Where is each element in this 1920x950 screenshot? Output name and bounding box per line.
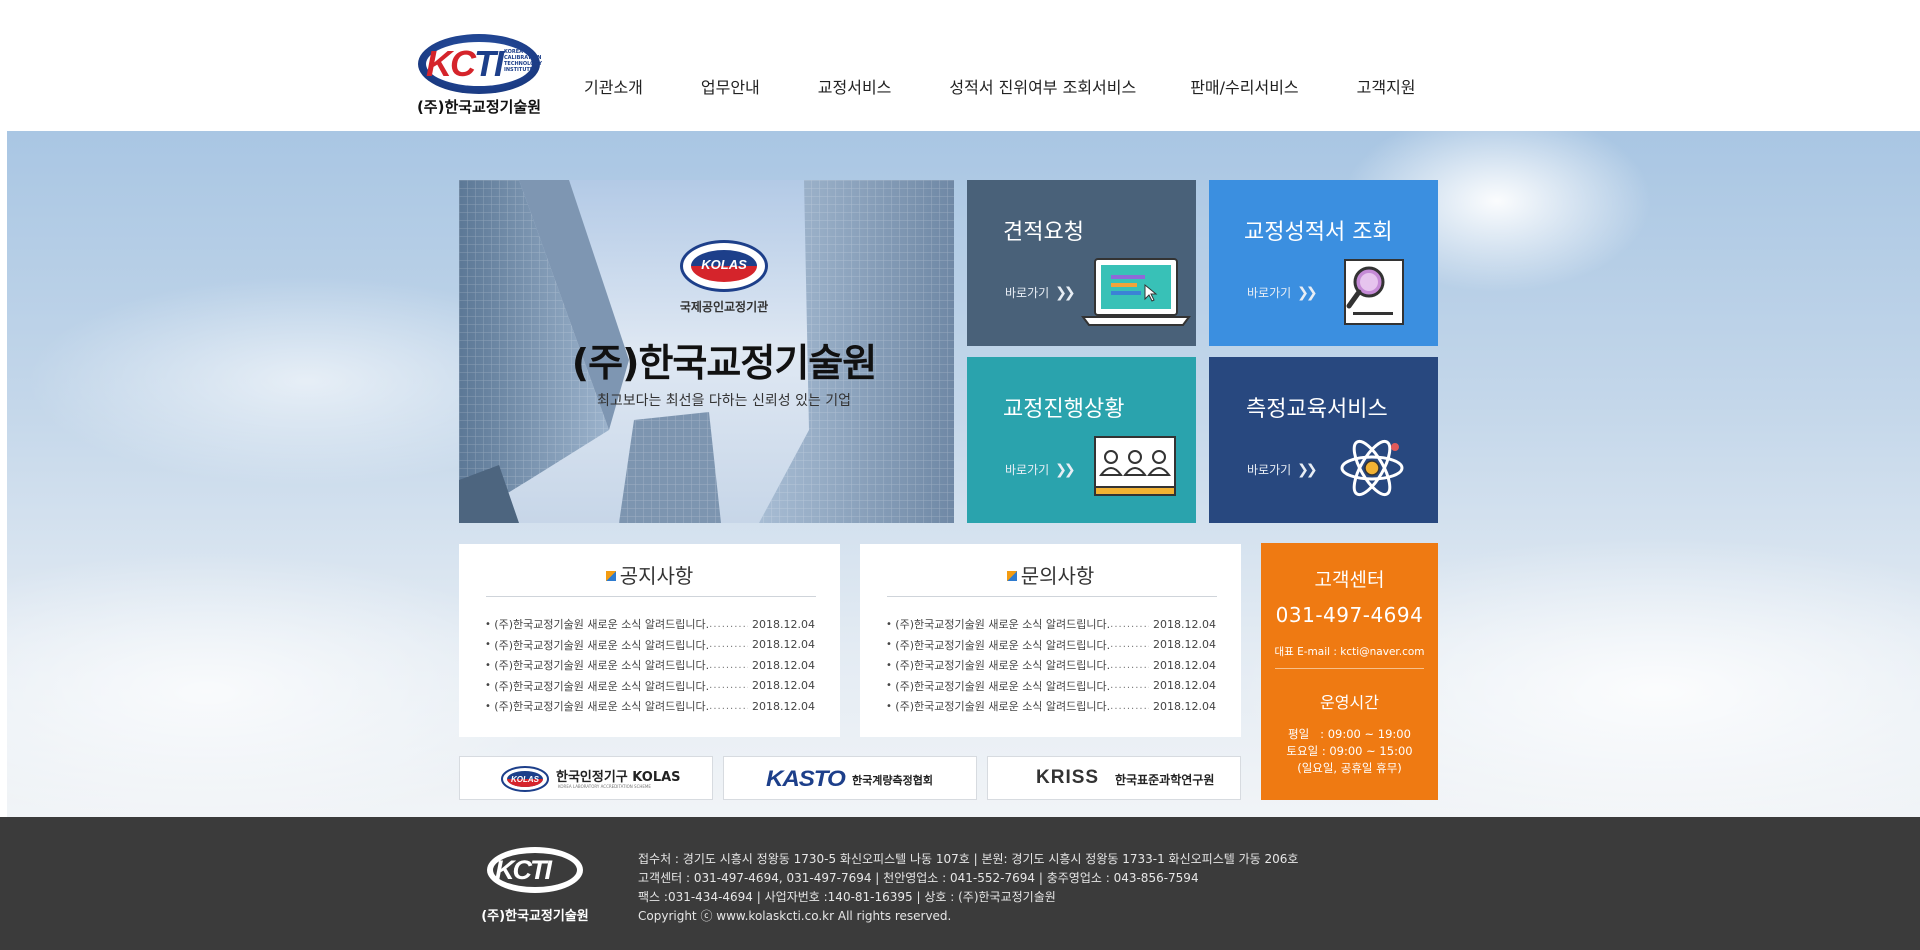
site-header: KCTI KOREA CALIBRATION TECHNOLOGY INSTIT…	[0, 0, 1920, 131]
list-item[interactable]: • (주)한국교정기술원 새로운 소식 알려드립니다........... 2018…	[485, 676, 815, 697]
tile-title: 교정진행상황	[1003, 397, 1125, 422]
banner-title: (주)한국교정기술원	[571, 341, 877, 385]
nav-item-sales-repair[interactable]: 판매/수리서비스	[1190, 74, 1298, 98]
list-item[interactable]: • (주)한국교정기술원 새로운 소식 알려드립니다........... 2018…	[886, 655, 1216, 676]
square-bullet-icon	[605, 571, 616, 581]
divider	[486, 596, 816, 597]
inquiry-board: 문의사항 • (주)한국교정기술원 새로운 소식 알려드립니다..........…	[860, 544, 1241, 737]
tile-title: 교정성적서 조회	[1244, 220, 1393, 245]
customer-center-panel: 고객센터 031-497-4694 대표 E-mail : kcti@naver…	[1261, 543, 1438, 800]
partner-kriss[interactable]: KRISS 한국표준과학연구원	[987, 756, 1241, 800]
double-chevron-icon: ❯❯	[1055, 285, 1076, 301]
site-footer: KCTI (주)한국교정기술원 접수처 : 경기도 시흥시 정왕동 1730-5…	[0, 817, 1920, 950]
kcti-logo-mark: KCTI KOREA CALIBRATION TECHNOLOGY INSTIT…	[418, 34, 542, 94]
shortcut-link[interactable]: 바로가기 ❯❯	[1247, 284, 1318, 301]
footer-info: 접수처 : 경기도 시흥시 정왕동 1730-5 화신오피스텔 나동 107호 …	[638, 850, 1298, 926]
footer-contact: 고객센터 : 031-497-4694, 031-497-7694 | 천안영업…	[638, 871, 1199, 885]
list-item[interactable]: • (주)한국교정기술원 새로운 소식 알려드립니다........... 2018…	[886, 635, 1216, 656]
tile-title: 견적요청	[1003, 220, 1084, 245]
tile-measurement-education[interactable]: 측정교육서비스 바로가기 ❯❯	[1209, 357, 1438, 523]
kolas-emblem: KOLAS	[680, 240, 768, 292]
list-item[interactable]: • (주)한국교정기술원 새로운 소식 알려드립니다........... 2018…	[886, 676, 1216, 697]
list-item[interactable]: • (주)한국교정기술원 새로운 소식 알려드립니다........... 2018…	[485, 696, 815, 717]
customer-center-phone: 031-497-4694	[1275, 603, 1424, 627]
nav-item-calibration[interactable]: 교정서비스	[818, 74, 892, 98]
logo-subtitle: KOREA CALIBRATION TECHNOLOGY INSTITUTE	[504, 49, 542, 73]
nav-item-about[interactable]: 기관소개	[584, 74, 643, 98]
logo-text: (주)한국교정기술원	[416, 98, 542, 116]
partner-name: 한국인정기구 KOLAS	[556, 770, 681, 785]
nav-item-certificate-check[interactable]: 성적서 진위여부 조회서비스	[949, 74, 1136, 98]
shortcut-link[interactable]: 바로가기 ❯❯	[1005, 284, 1076, 301]
notice-list: • (주)한국교정기술원 새로운 소식 알려드립니다........... 2018…	[485, 614, 815, 717]
shortcut-link[interactable]: 바로가기 ❯❯	[1247, 461, 1318, 478]
list-item[interactable]: • (주)한국교정기술원 새로운 소식 알려드립니다........... 2018…	[886, 696, 1216, 717]
square-bullet-icon	[1006, 571, 1017, 581]
classroom-icon	[1094, 436, 1176, 496]
list-item[interactable]: • (주)한국교정기술원 새로운 소식 알려드립니다........... 2018…	[886, 614, 1216, 635]
customer-center-email: 대표 E-mail : kcti@naver.com	[1274, 646, 1425, 658]
kasto-logo-icon: KASTO	[766, 766, 846, 791]
tile-certificate-lookup[interactable]: 교정성적서 조회 바로가기 ❯❯	[1209, 180, 1438, 346]
double-chevron-icon: ❯❯	[1297, 462, 1318, 478]
inquiry-list: • (주)한국교정기술원 새로운 소식 알려드립니다........... 2018…	[886, 614, 1216, 717]
kriss-logo-icon: KRISS	[1036, 767, 1100, 788]
tile-calibration-progress[interactable]: 교정진행상황 바로가기 ❯❯	[967, 357, 1196, 523]
search-document-icon	[1344, 259, 1404, 325]
hours-holiday: (일요일, 공휴일 휴무)	[1297, 761, 1402, 775]
partner-kolas[interactable]: KOLAS 한국인정기구 KOLAS KOREA LABORATORY ACCR…	[459, 756, 713, 800]
partner-name: 한국표준과학연구원	[1115, 773, 1215, 787]
hours-title: 운영시간	[1320, 693, 1379, 712]
shortcut-link[interactable]: 바로가기 ❯❯	[1005, 461, 1076, 478]
footer-logo-mark: KCTI	[487, 847, 583, 893]
site-logo[interactable]: KCTI KOREA CALIBRATION TECHNOLOGY INSTIT…	[412, 34, 546, 120]
tile-quote-request[interactable]: 견적요청 바로가기 ❯❯	[967, 180, 1196, 346]
hours-detail: 평일 : 09:00 ~ 19:00 토요일 : 09:00 ~ 15:00 (…	[1261, 726, 1438, 777]
nav-item-business[interactable]: 업무안내	[701, 74, 760, 98]
list-item[interactable]: • (주)한국교정기술원 새로운 소식 알려드립니다........... 2018…	[485, 635, 815, 656]
main-banner: KOLAS 국제공인교정기관 (주)한국교정기술원 최고보다는 최선을 다하는 …	[459, 180, 954, 523]
hours-saturday: 토요일 : 09:00 ~ 15:00	[1286, 744, 1413, 758]
laptop-icon	[1081, 258, 1191, 326]
list-item[interactable]: • (주)한국교정기술원 새로운 소식 알려드립니다........... 2018…	[485, 614, 815, 635]
list-item[interactable]: • (주)한국교정기술원 새로운 소식 알려드립니다........... 2018…	[485, 655, 815, 676]
customer-center-title: 고객센터	[1314, 569, 1385, 591]
nav-item-support[interactable]: 고객지원	[1357, 74, 1416, 98]
inquiry-title[interactable]: 문의사항	[860, 560, 1241, 589]
svg-text:KOLAS: KOLAS	[511, 775, 540, 784]
partner-name: 한국계량측정협회	[852, 774, 933, 787]
main-nav: 기관소개 업무안내 교정서비스 성적서 진위여부 조회서비스 판매/수리서비스 …	[584, 74, 1416, 98]
footer-logo: KCTI (주)한국교정기술원	[481, 847, 589, 927]
banner-subtitle: 최고보다는 최선을 다하는 신뢰성 있는 기업	[596, 393, 852, 409]
footer-copyright: Copyright ⓒ www.kolaskcti.co.kr All righ…	[638, 909, 952, 923]
kolas-logo-icon: KOLAS	[501, 766, 549, 792]
partner-kasto[interactable]: KASTO 한국계량측정협회	[723, 756, 977, 800]
banner-tag: 국제공인교정기관	[679, 300, 769, 314]
tile-title: 측정교육서비스	[1246, 397, 1388, 422]
divider	[887, 596, 1217, 597]
hours-weekday: 평일 : 09:00 ~ 19:00	[1288, 727, 1411, 741]
footer-logo-text: (주)한국교정기술원	[481, 909, 589, 924]
footer-business-info: 팩스 :031-434-4694 | 사업자번호 :140-81-16395 |…	[638, 890, 1056, 904]
partner-subname: KOREA LABORATORY ACCREDITATION SCHEME	[558, 784, 651, 789]
divider	[1275, 668, 1424, 669]
footer-address: 접수처 : 경기도 시흥시 정왕동 1730-5 화신오피스텔 나동 107호 …	[638, 852, 1299, 866]
double-chevron-icon: ❯❯	[1055, 462, 1076, 478]
notice-board: 공지사항 • (주)한국교정기술원 새로운 소식 알려드립니다..........…	[459, 544, 840, 737]
notice-title[interactable]: 공지사항	[459, 560, 840, 589]
atom-icon	[1340, 439, 1404, 497]
double-chevron-icon: ❯❯	[1297, 285, 1318, 301]
